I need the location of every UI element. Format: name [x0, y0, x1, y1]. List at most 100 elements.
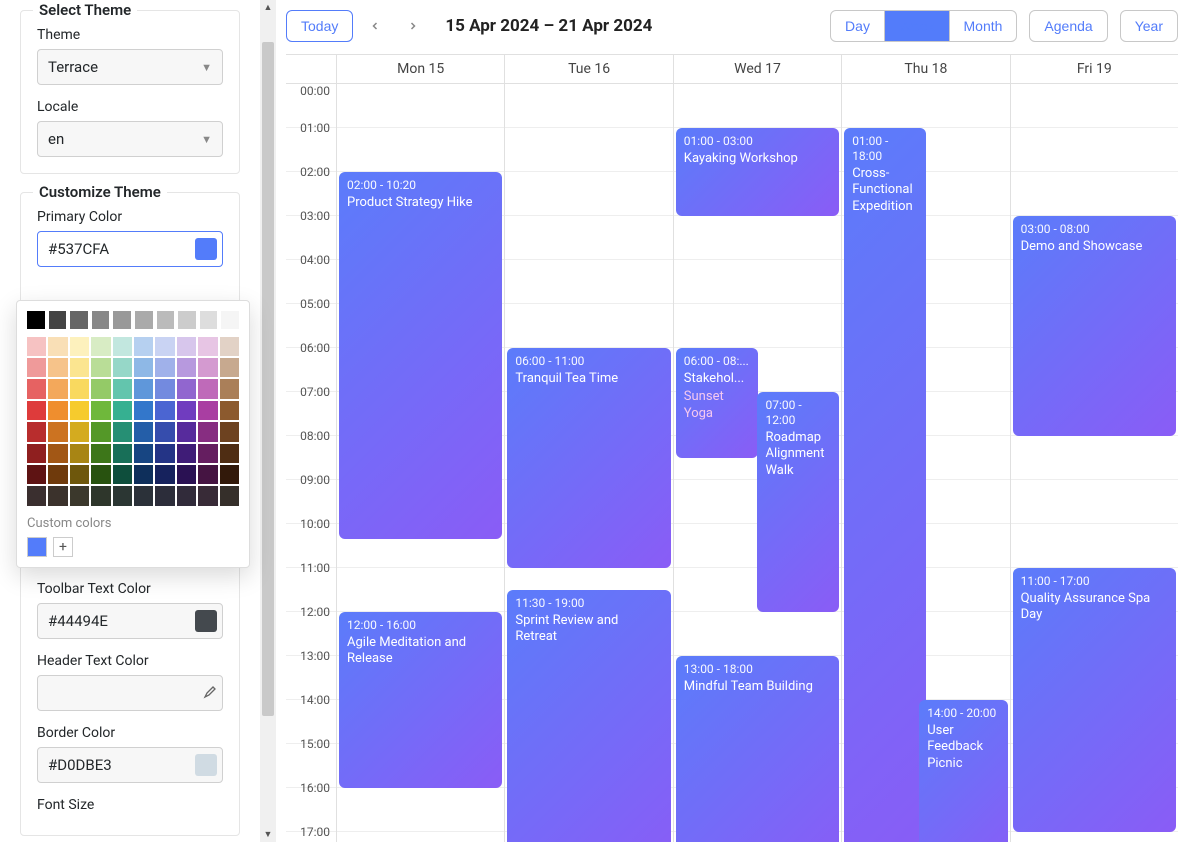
palette-swatch[interactable]: [198, 486, 217, 505]
week-view-button[interactable]: Week: [884, 10, 950, 42]
palette-swatch[interactable]: [220, 379, 239, 398]
palette-swatch[interactable]: [27, 486, 46, 505]
palette-swatch[interactable]: [220, 465, 239, 484]
palette-swatch[interactable]: [157, 311, 175, 329]
eyedropper-icon[interactable]: [201, 683, 217, 703]
palette-swatch[interactable]: [155, 486, 174, 505]
custom-color-swatch[interactable]: [27, 537, 47, 557]
palette-swatch[interactable]: [27, 444, 46, 463]
palette-swatch[interactable]: [198, 337, 217, 356]
palette-swatch[interactable]: [27, 337, 46, 356]
year-button[interactable]: Year: [1120, 10, 1178, 42]
palette-swatch[interactable]: [48, 337, 67, 356]
palette-swatch[interactable]: [177, 465, 196, 484]
palette-swatch[interactable]: [198, 444, 217, 463]
palette-swatch[interactable]: [70, 379, 89, 398]
palette-swatch[interactable]: [155, 444, 174, 463]
palette-swatch[interactable]: [70, 465, 89, 484]
palette-swatch[interactable]: [177, 358, 196, 377]
day-column[interactable]: 01:00 - 03:00Kayaking Workshop06:00 - 08…: [673, 84, 841, 842]
palette-swatch[interactable]: [70, 444, 89, 463]
palette-swatch[interactable]: [48, 401, 67, 420]
palette-swatch[interactable]: [178, 311, 196, 329]
day-column[interactable]: 03:00 - 08:00Demo and Showcase11:00 - 17…: [1010, 84, 1178, 842]
palette-swatch[interactable]: [155, 337, 174, 356]
calendar-event[interactable]: 03:00 - 08:00Demo and Showcase: [1013, 216, 1176, 436]
palette-swatch[interactable]: [220, 486, 239, 505]
palette-swatch[interactable]: [134, 444, 153, 463]
palette-swatch[interactable]: [135, 311, 153, 329]
palette-swatch[interactable]: [91, 422, 110, 441]
palette-swatch[interactable]: [70, 337, 89, 356]
palette-swatch[interactable]: [155, 465, 174, 484]
palette-swatch[interactable]: [70, 486, 89, 505]
palette-swatch[interactable]: [177, 337, 196, 356]
calendar-event[interactable]: 14:00 - 20:00User Feedback Picnic: [919, 700, 1007, 842]
palette-swatch[interactable]: [220, 358, 239, 377]
palette-swatch[interactable]: [113, 401, 132, 420]
palette-swatch[interactable]: [134, 358, 153, 377]
palette-swatch[interactable]: [177, 401, 196, 420]
palette-swatch[interactable]: [177, 422, 196, 441]
today-button[interactable]: Today: [286, 10, 353, 42]
palette-swatch[interactable]: [48, 486, 67, 505]
palette-swatch[interactable]: [134, 422, 153, 441]
locale-select[interactable]: en ▼: [37, 121, 223, 157]
palette-swatch[interactable]: [49, 311, 67, 329]
palette-swatch[interactable]: [48, 358, 67, 377]
palette-swatch[interactable]: [70, 358, 89, 377]
calendar-event[interactable]: 13:00 - 18:00Mindful Team Building: [676, 656, 839, 842]
next-button[interactable]: [397, 10, 429, 42]
palette-swatch[interactable]: [27, 465, 46, 484]
day-column[interactable]: 02:00 - 10:20Product Strategy Hike12:00 …: [336, 84, 504, 842]
palette-swatch[interactable]: [92, 311, 110, 329]
palette-swatch[interactable]: [198, 401, 217, 420]
day-column[interactable]: 01:00 - 18:00Cross-Functional Expedition…: [841, 84, 1009, 842]
palette-swatch[interactable]: [113, 379, 132, 398]
palette-swatch[interactable]: [134, 465, 153, 484]
primary-color-input[interactable]: #537CFA: [37, 231, 223, 267]
palette-swatch[interactable]: [221, 311, 239, 329]
palette-swatch[interactable]: [200, 311, 218, 329]
palette-swatch[interactable]: [91, 465, 110, 484]
palette-swatch[interactable]: [48, 465, 67, 484]
palette-swatch[interactable]: [113, 444, 132, 463]
palette-swatch[interactable]: [134, 379, 153, 398]
palette-swatch[interactable]: [27, 311, 45, 329]
palette-swatch[interactable]: [113, 465, 132, 484]
palette-swatch[interactable]: [27, 422, 46, 441]
palette-swatch[interactable]: [113, 422, 132, 441]
calendar-event[interactable]: 01:00 - 03:00Kayaking Workshop: [676, 128, 839, 216]
calendar-event[interactable]: 12:00 - 16:00Agile Meditation and Releas…: [339, 612, 502, 788]
add-custom-color-button[interactable]: +: [53, 537, 73, 557]
palette-swatch[interactable]: [155, 358, 174, 377]
palette-swatch[interactable]: [48, 444, 67, 463]
toolbar-text-input[interactable]: #44494E: [37, 603, 223, 639]
palette-swatch[interactable]: [155, 422, 174, 441]
palette-swatch[interactable]: [27, 358, 46, 377]
palette-swatch[interactable]: [113, 358, 132, 377]
calendar-event[interactable]: 01:00 - 18:00Cross-Functional Expedition: [844, 128, 926, 842]
calendar-event[interactable]: 11:30 - 19:00Sprint Review and Retreat: [507, 590, 670, 842]
palette-swatch[interactable]: [220, 444, 239, 463]
palette-swatch[interactable]: [91, 337, 110, 356]
palette-swatch[interactable]: [91, 379, 110, 398]
palette-swatch[interactable]: [91, 486, 110, 505]
border-color-swatch[interactable]: [195, 754, 217, 776]
palette-swatch[interactable]: [198, 465, 217, 484]
palette-swatch[interactable]: [91, 401, 110, 420]
calendar-event[interactable]: 06:00 - 11:00Tranquil Tea Time: [507, 348, 670, 568]
palette-swatch[interactable]: [113, 486, 132, 505]
palette-swatch[interactable]: [177, 486, 196, 505]
palette-swatch[interactable]: [177, 379, 196, 398]
palette-swatch[interactable]: [113, 337, 132, 356]
palette-swatch[interactable]: [134, 401, 153, 420]
toolbar-text-swatch[interactable]: [195, 610, 217, 632]
border-color-input[interactable]: #D0DBE3: [37, 747, 223, 783]
palette-swatch[interactable]: [91, 358, 110, 377]
scrollbar-thumb[interactable]: [262, 42, 274, 716]
palette-swatch[interactable]: [48, 379, 67, 398]
palette-swatch[interactable]: [91, 444, 110, 463]
palette-swatch[interactable]: [27, 379, 46, 398]
palette-swatch[interactable]: [48, 422, 67, 441]
